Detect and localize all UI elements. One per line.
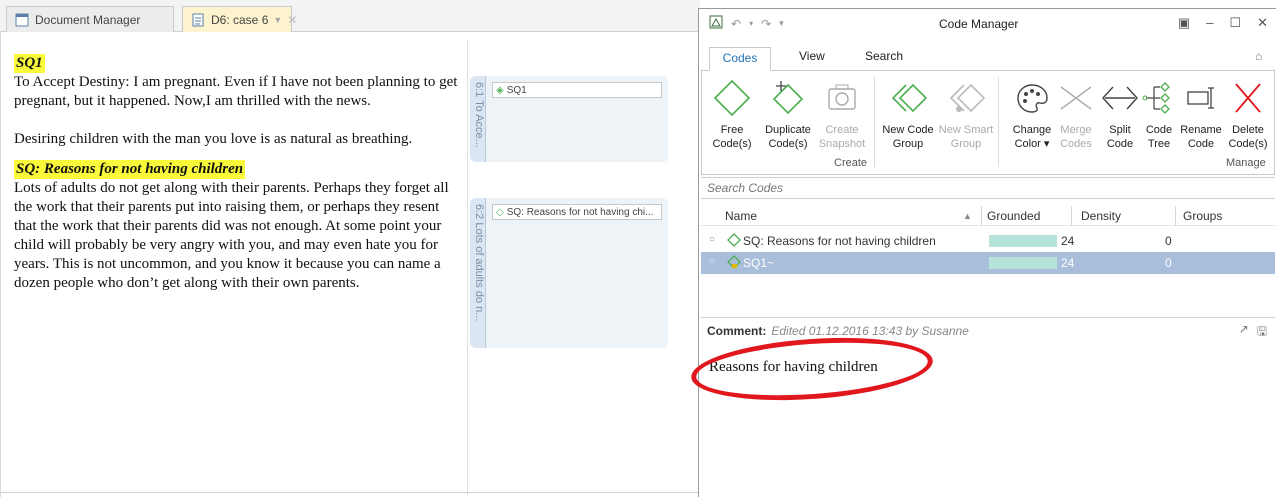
code-tree-button[interactable]: Code Tree bbox=[1140, 77, 1178, 151]
column-name[interactable]: Name bbox=[725, 209, 757, 223]
title-bar: ↶ ▾ ↷ ▾ Code Manager ▣ – ☐ ✕ bbox=[699, 9, 1276, 39]
quotation-label: 6:1 To Acce... bbox=[470, 76, 486, 162]
close-icon[interactable]: ✕ bbox=[287, 13, 297, 27]
delete-codes-button[interactable]: Delete Code(s) bbox=[1224, 77, 1272, 151]
quotation-segment-1[interactable]: 6:1 To Acce... ◈ SQ1 bbox=[470, 76, 668, 162]
code-diamond-comment-icon bbox=[727, 255, 741, 272]
code-group-icon bbox=[880, 77, 936, 119]
window-controls: ▣ – ☐ ✕ bbox=[1178, 15, 1268, 31]
new-code-group-button[interactable]: New Code Group bbox=[880, 77, 936, 151]
merge-codes-button[interactable]: Merge Codes bbox=[1054, 77, 1098, 151]
tab-document-manager[interactable]: Document Manager bbox=[6, 6, 174, 32]
app-icon bbox=[709, 15, 723, 32]
code-table-header: Name ▲ Grounded Density Groups bbox=[701, 206, 1275, 226]
group-label-create: Create bbox=[834, 157, 868, 169]
text-document-icon bbox=[191, 13, 205, 27]
tab-label: Document Manager bbox=[35, 12, 141, 27]
column-grounded[interactable]: Grounded bbox=[987, 209, 1040, 223]
redo-icon[interactable]: ↷ bbox=[761, 17, 771, 31]
document-manager-icon bbox=[15, 13, 29, 27]
window-title: Code Manager bbox=[939, 17, 1019, 31]
margin-divider bbox=[467, 40, 468, 495]
table-row[interactable]: ○ SQ1~ 24 0 bbox=[701, 252, 1275, 274]
code-tag[interactable]: ◈ SQ1 bbox=[492, 82, 662, 98]
customize-toolbar-icon[interactable]: ▾ bbox=[779, 18, 784, 29]
smart-group-icon bbox=[938, 77, 994, 119]
quotation-segment-2[interactable]: 6:2 Lots of adults do n... ◇ SQ: Reasons… bbox=[470, 198, 668, 348]
table-row[interactable]: ○ SQ: Reasons for not having children 24… bbox=[701, 230, 1275, 252]
tab-view[interactable]: View bbox=[799, 49, 825, 63]
document-tab-bar: Document Manager D6: case 6 ▼ ✕ bbox=[0, 0, 700, 32]
tab-codes[interactable]: Codes bbox=[709, 47, 771, 71]
group-label-manage: Manage bbox=[1226, 157, 1266, 169]
quotation-label: 6:2 Lots of adults do n... bbox=[470, 198, 486, 348]
column-density[interactable]: Density bbox=[1081, 209, 1121, 223]
duplicate-codes-button[interactable]: Duplicate Code(s) bbox=[760, 77, 816, 151]
document-text[interactable]: SQ1 To Accept Destiny: I am pregnant. Ev… bbox=[14, 54, 459, 293]
chevron-down-icon[interactable]: ▼ bbox=[273, 15, 282, 25]
tab-label: D6: case 6 bbox=[211, 12, 269, 27]
column-groups[interactable]: Groups bbox=[1183, 209, 1222, 223]
palette-icon bbox=[1004, 77, 1060, 119]
split-icon bbox=[1100, 77, 1140, 119]
code-heading-sq-reasons: SQ: Reasons for not having children bbox=[14, 160, 246, 179]
free-codes-button[interactable]: Free Code(s) bbox=[704, 77, 760, 151]
search-codes-input[interactable]: Search Codes bbox=[701, 177, 1275, 199]
sort-ascending-icon[interactable]: ▲ bbox=[963, 211, 972, 221]
comment-header: Comment: Edited 01.12.2016 13:43 by Susan… bbox=[701, 317, 1275, 339]
merge-icon bbox=[1054, 77, 1098, 119]
annotation-circle bbox=[689, 330, 935, 408]
comment-label: Comment: bbox=[707, 324, 767, 338]
document-view: SQ1 To Accept Destiny: I am pregnant. Ev… bbox=[0, 32, 701, 497]
quick-access-toolbar: ↶ ▾ ↷ ▾ bbox=[709, 15, 784, 32]
new-smart-group-button[interactable]: New Smart Group bbox=[938, 77, 994, 151]
chevron-down-icon[interactable]: ▾ bbox=[749, 19, 753, 28]
density-value: 0 bbox=[1165, 234, 1172, 248]
radio-icon: ○ bbox=[709, 234, 716, 245]
ribbon-tabs: Codes View Search ⌂ bbox=[699, 47, 1276, 71]
paragraph: Desiring children with the man you love … bbox=[14, 131, 413, 147]
code-manager-window: ↶ ▾ ↷ ▾ Code Manager ▣ – ☐ ✕ Codes View … bbox=[689, 8, 1276, 497]
grounded-bar bbox=[989, 235, 1057, 247]
paragraph: Lots of adults do not get along with the… bbox=[14, 180, 449, 291]
code-diamond-icon: ◇ bbox=[496, 206, 504, 218]
undo-icon[interactable]: ↶ bbox=[731, 17, 741, 31]
close-button[interactable]: ✕ bbox=[1257, 15, 1268, 31]
edit-comment-icon[interactable]: ↗ bbox=[1239, 322, 1249, 343]
diamond-icon bbox=[704, 77, 760, 119]
rename-code-button[interactable]: Rename Code bbox=[1178, 77, 1224, 151]
minimize-button[interactable]: – bbox=[1206, 15, 1213, 31]
maximize-button[interactable]: ☐ bbox=[1229, 15, 1241, 31]
density-value: 0 bbox=[1165, 256, 1172, 270]
grounded-value: 24 bbox=[1061, 234, 1075, 248]
comment-meta: Edited 01.12.2016 13:43 by Susanne bbox=[771, 324, 969, 338]
grounded-value: 24 bbox=[1061, 256, 1075, 270]
pin-icon[interactable]: ▣ bbox=[1178, 15, 1190, 31]
save-comment-icon[interactable]: 🖫 bbox=[1257, 322, 1267, 343]
rename-icon bbox=[1178, 77, 1224, 119]
paragraph: To Accept Destiny: I am pregnant. Even i… bbox=[14, 74, 458, 109]
radio-icon: ○ bbox=[709, 256, 716, 267]
change-color-button[interactable]: Change Color ▾ bbox=[1004, 77, 1060, 151]
app-root: { "tabs": { "document_manager": "Documen… bbox=[0, 0, 1276, 497]
delete-icon bbox=[1224, 77, 1272, 119]
ribbon: Free Code(s) Duplicate Code(s) Create Sn… bbox=[701, 70, 1275, 175]
split-code-button[interactable]: Split Code bbox=[1100, 77, 1140, 151]
duplicate-icon bbox=[760, 77, 816, 119]
tab-search[interactable]: Search bbox=[865, 49, 903, 63]
bottom-divider bbox=[1, 492, 701, 493]
code-name: SQ: Reasons for not having children bbox=[743, 234, 936, 248]
collapse-ribbon-icon[interactable]: ⌂ bbox=[1255, 49, 1262, 63]
code-diamond-icon bbox=[727, 233, 741, 250]
code-tag[interactable]: ◇ SQ: Reasons for not having chi... bbox=[492, 204, 662, 220]
code-name: SQ1~ bbox=[743, 256, 775, 270]
grounded-bar bbox=[989, 257, 1057, 269]
tab-current-document[interactable]: D6: case 6 ▼ ✕ bbox=[182, 6, 297, 32]
create-snapshot-button[interactable]: Create Snapshot bbox=[814, 77, 870, 151]
tree-icon bbox=[1140, 77, 1178, 119]
code-heading-sq1: SQ1 bbox=[14, 54, 45, 73]
code-diamond-icon: ◈ bbox=[496, 84, 504, 96]
camera-icon bbox=[814, 77, 870, 119]
